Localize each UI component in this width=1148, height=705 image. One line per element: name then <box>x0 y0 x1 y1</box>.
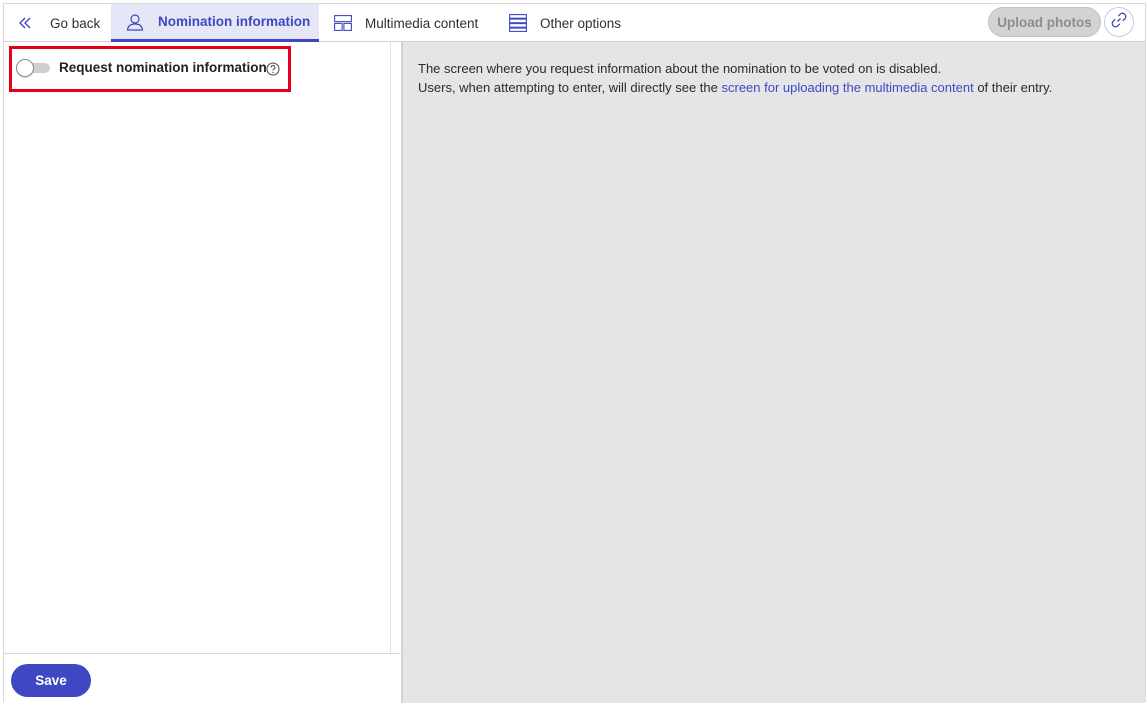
go-back-label: Go back <box>50 15 101 31</box>
preview-panel: The screen where you request information… <box>402 42 1145 703</box>
upload-photos-button[interactable]: Upload photos <box>988 7 1101 37</box>
info-line-1: The screen where you request information… <box>418 61 942 76</box>
tab-nomination-label: Nomination information <box>158 14 311 29</box>
go-back-button[interactable]: Go back <box>14 4 114 42</box>
tab-nomination-information[interactable]: Nomination information <box>111 4 319 42</box>
double-chevron-left-icon <box>18 16 44 30</box>
save-button[interactable]: Save <box>11 664 91 697</box>
scrollbar-track <box>390 42 391 653</box>
tab-other-options[interactable]: Other options <box>498 4 638 42</box>
link-icon <box>1110 11 1128 34</box>
top-nav: Go back Nomination information Multimedi… <box>4 4 1145 42</box>
copy-link-button[interactable] <box>1104 7 1134 37</box>
info-line-2-prefix: Users, when attempting to enter, will di… <box>418 80 722 95</box>
multimedia-screen-link[interactable]: screen for uploading the multimedia cont… <box>721 80 973 95</box>
footer-bar: Save <box>4 653 402 703</box>
list-icon <box>509 14 531 32</box>
info-line-2: Users, when attempting to enter, will di… <box>418 78 1128 97</box>
tab-multimedia-label: Multimedia content <box>365 15 479 31</box>
question-circle-icon[interactable] <box>266 62 280 76</box>
request-nomination-toggle[interactable] <box>16 59 50 77</box>
toggle-knob <box>16 59 34 77</box>
app-frame: Go back Nomination information Multimedi… <box>3 3 1146 703</box>
tab-other-label: Other options <box>540 15 622 31</box>
settings-panel: Request nomination information <box>4 42 402 653</box>
layout-icon <box>334 15 356 31</box>
tab-multimedia-content[interactable]: Multimedia content <box>322 4 492 42</box>
request-nomination-label: Request nomination information <box>59 60 267 75</box>
info-text: The screen where you request information… <box>418 59 1128 97</box>
user-icon <box>126 13 150 31</box>
info-line-2-suffix: of their entry. <box>973 80 1053 95</box>
